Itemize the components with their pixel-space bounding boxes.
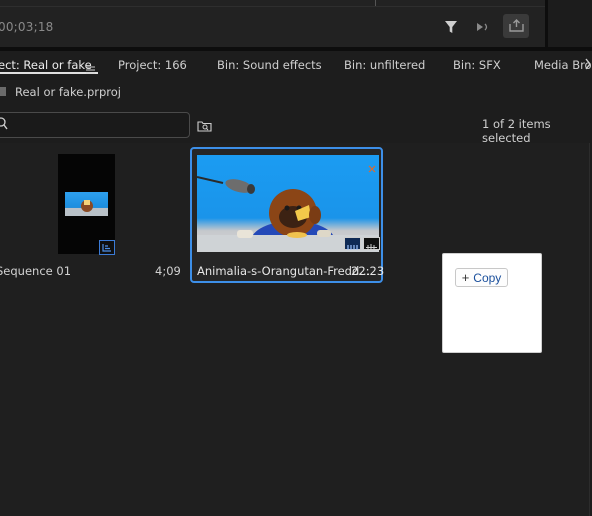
item-name[interactable]: Animalia-s-Orangutan-Fredd...	[197, 264, 370, 278]
timecode-display[interactable]: 00;03;18	[0, 20, 54, 34]
divider	[375, 0, 376, 6]
selection-status: 1 of 2 items selected	[482, 117, 551, 145]
item-duration: 22:23	[351, 264, 385, 278]
audio-track-icon	[363, 237, 380, 251]
search-icon	[0, 116, 8, 135]
plus-icon: +	[461, 270, 470, 285]
hamburger-menu-icon[interactable]	[86, 60, 96, 74]
export-icon	[508, 17, 524, 36]
filter-icon[interactable]	[441, 17, 461, 37]
sequence-icon	[99, 240, 115, 255]
active-tab-indicator	[0, 72, 98, 74]
project-file-icon	[0, 87, 6, 96]
divider	[589, 143, 590, 516]
playback-icon[interactable]	[473, 17, 493, 37]
project-file-name: Real or fake.prproj	[15, 85, 121, 99]
copy-label: Copy	[473, 270, 502, 285]
item-duration: 4;09	[155, 264, 181, 278]
tab-project-real-or-fake[interactable]: ect: Real or fake	[0, 58, 92, 72]
export-button[interactable]	[503, 14, 529, 38]
usage-indicator-icon	[368, 158, 376, 173]
item-name[interactable]: Sequence 01	[0, 264, 71, 278]
tab-bin-sfx[interactable]: Bin: SFX	[453, 58, 501, 72]
tab-bin-unfiltered[interactable]: Bin: unfiltered	[344, 58, 425, 72]
side-panel	[548, 0, 592, 47]
clip-badges	[344, 237, 382, 256]
tab-project-166[interactable]: Project: 166	[118, 58, 187, 72]
tab-bin-sound-effects[interactable]: Bin: Sound effects	[217, 58, 322, 72]
sequence-preview-image	[65, 192, 108, 216]
divider	[0, 6, 545, 7]
tab-media-browser[interactable]: Media Bro	[534, 58, 592, 72]
new-search-bin-icon[interactable]	[197, 117, 212, 136]
video-track-icon	[344, 237, 361, 250]
program-monitor-controls	[0, 0, 545, 47]
copy-button[interactable]: + Copy	[455, 268, 508, 287]
search-input[interactable]	[0, 112, 190, 138]
chevron-right-icon[interactable]	[584, 56, 592, 72]
